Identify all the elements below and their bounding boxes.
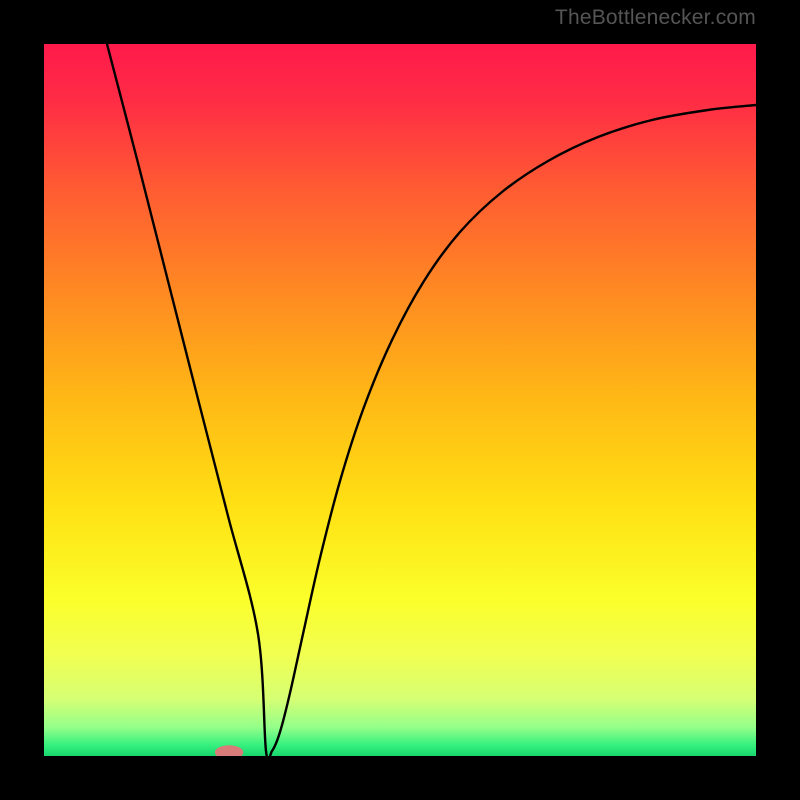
chart-frame: TheBottlenecker.com [0, 0, 800, 800]
plot-area [44, 44, 756, 756]
watermark-text: TheBottlenecker.com [555, 6, 756, 30]
gradient-background [44, 44, 756, 756]
chart-svg [44, 44, 756, 756]
